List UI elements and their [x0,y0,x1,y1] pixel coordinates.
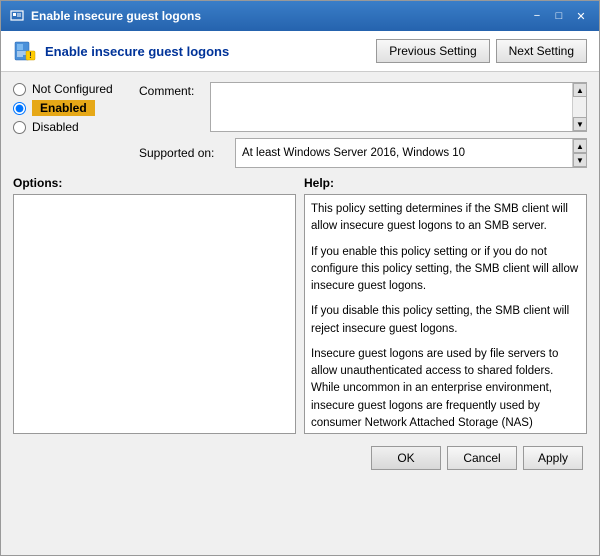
not-configured-label: Not Configured [32,82,113,96]
previous-setting-button[interactable]: Previous Setting [376,39,489,63]
apply-button[interactable]: Apply [523,446,583,470]
window-icon [9,8,25,24]
help-para-1: This policy setting determines if the SM… [311,201,580,236]
ok-button[interactable]: OK [371,446,441,470]
comment-scroll-down[interactable]: ▼ [573,117,587,131]
enabled-label: Enabled [32,100,95,116]
help-label: Help: [304,176,587,190]
comment-section: Comment: ▲ ▼ [139,82,587,132]
options-box [13,194,296,434]
main-window: Enable insecure guest logons − □ ✕ ! E [0,0,600,556]
help-section: Help: This policy setting determines if … [304,176,587,434]
maximize-button[interactable]: □ [549,7,569,25]
disabled-label: Disabled [32,120,79,134]
help-para-3: If you disable this policy setting, the … [311,303,580,338]
minimize-button[interactable]: − [527,7,547,25]
title-bar: Enable insecure guest logons − □ ✕ [1,1,599,31]
policy-icon: ! [13,39,37,63]
dialog-title: Enable insecure guest logons [45,44,229,59]
help-para-2: If you enable this policy setting or if … [311,244,580,296]
supported-scroll-down[interactable]: ▼ [573,153,587,167]
not-configured-option[interactable]: Not Configured [13,82,133,96]
title-controls: − □ ✕ [527,7,591,25]
options-section: Options: [13,176,296,434]
window-title: Enable insecure guest logons [31,9,201,23]
supported-section: Supported on: At least Windows Server 20… [139,138,587,168]
right-section: Comment: ▲ ▼ Supported on: At least Wind… [139,82,587,168]
radio-group: Not Configured Enabled Disabled [13,82,133,168]
next-setting-button[interactable]: Next Setting [496,39,587,63]
options-label: Options: [13,176,296,190]
supported-label: Supported on: [139,146,229,160]
enabled-radio[interactable] [13,102,26,115]
comment-scroll-up[interactable]: ▲ [573,83,587,97]
supported-value: At least Windows Server 2016, Windows 10 [236,139,572,167]
content-area: Not Configured Enabled Disabled Comment: [1,72,599,555]
close-button[interactable]: ✕ [571,7,591,25]
disabled-option[interactable]: Disabled [13,120,133,134]
middle-section: Options: Help: This policy setting deter… [13,176,587,434]
dialog-header: ! Enable insecure guest logons Previous … [1,31,599,72]
help-box[interactable]: This policy setting determines if the SM… [304,194,587,434]
top-section: Not Configured Enabled Disabled Comment: [13,82,587,168]
enabled-option[interactable]: Enabled [13,100,133,116]
cancel-button[interactable]: Cancel [447,446,517,470]
help-para-4: Insecure guest logons are used by file s… [311,346,580,434]
comment-textarea[interactable] [211,83,572,131]
not-configured-radio[interactable] [13,83,26,96]
header-buttons: Previous Setting Next Setting [376,39,587,63]
svg-text:!: ! [29,51,32,60]
comment-label: Comment: [139,82,204,98]
disabled-radio[interactable] [13,121,26,134]
bottom-buttons: OK Cancel Apply [13,440,587,474]
supported-scroll-up[interactable]: ▲ [573,139,587,153]
